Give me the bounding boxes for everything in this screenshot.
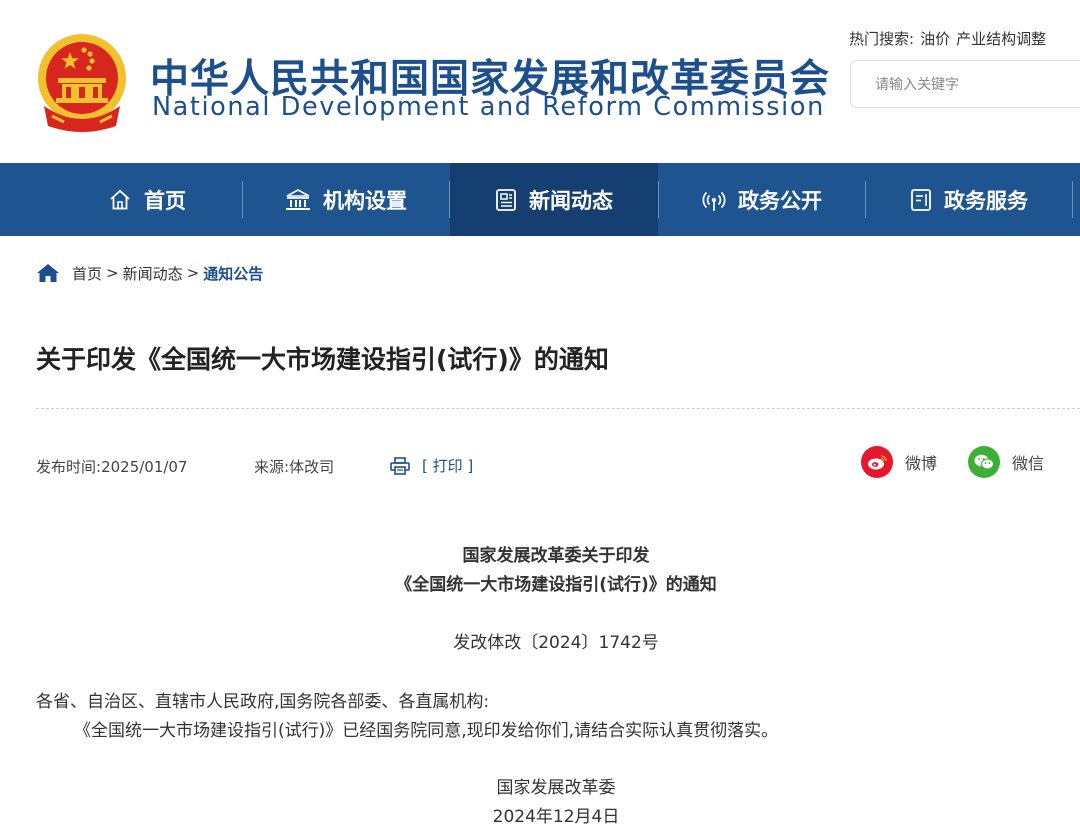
share-wechat-label: 微信 [1012, 454, 1045, 473]
home-icon [110, 189, 130, 209]
nav-item-label: 机构设置 [323, 188, 407, 213]
publish-time-value: 2025/01/07 [101, 458, 188, 476]
hot-search-label: 热门搜索: [849, 30, 915, 48]
publish-time: 发布时间:2025/01/07 [36, 456, 188, 477]
site-title-en[interactable]: National Development and Reform Commissi… [152, 92, 825, 122]
share-wechat-button[interactable]: 微信 [968, 446, 1044, 478]
doc-signature: 国家发展改革委 [496, 778, 616, 798]
nav-item-label: 政务服务 [944, 188, 1028, 213]
article-source: 来源:体改司 [254, 456, 334, 477]
printer-icon [390, 456, 410, 475]
doc-recipients: 各省、自治区、直辖市人民政府,国务院各部委、各直属机构: [36, 692, 490, 712]
nav-divider [1072, 181, 1073, 218]
breadcrumb: 首页 > 新闻动态 > 通知公告 [36, 262, 263, 284]
breadcrumb-notices[interactable]: 通知公告 [203, 263, 263, 284]
weibo-icon [861, 446, 893, 478]
hot-search: 热门搜索: 油价 产业结构调整 [849, 28, 1052, 49]
nav-item-label: 首页 [144, 188, 186, 213]
nav-item-label: 新闻动态 [529, 188, 613, 213]
breadcrumb-news[interactable]: 新闻动态 [123, 263, 183, 284]
nav-item-organization[interactable]: 机构设置 [243, 163, 449, 236]
doc-body-paragraph: 《全国统一大市场建设指引(试行)》已经国务院同意,现印发给你们,请结合实际认真贯… [74, 721, 779, 741]
title-divider [36, 408, 1080, 409]
news-icon [496, 188, 516, 211]
breadcrumb-separator: > [186, 264, 200, 282]
building-icon [286, 188, 310, 210]
share-weibo-label: 微博 [905, 454, 938, 473]
nav-item-label: 政务公开 [738, 188, 822, 213]
broadcast-icon [702, 191, 726, 211]
doc-number: 发改体改〔2024〕1742号 [453, 633, 659, 653]
nav-item-news[interactable]: 新闻动态 [450, 163, 658, 236]
doc-heading-line1: 国家发展改革委关于印发 [462, 546, 650, 566]
doc-heading-line2: 《全国统一大市场建设指引(试行)》的通知 [395, 575, 717, 595]
home-icon[interactable] [36, 263, 60, 283]
source-value: 体改司 [289, 458, 335, 476]
wechat-icon [968, 446, 1000, 478]
search-box[interactable] [850, 60, 1080, 108]
nav-item-home[interactable]: 首页 [52, 163, 242, 236]
national-emblem-icon[interactable] [34, 34, 130, 132]
document-icon [911, 188, 931, 211]
search-input[interactable] [875, 73, 1075, 97]
nav-item-gov-affairs[interactable]: 政务公开 [659, 163, 865, 236]
main-nav: 首页 机构设置 新闻动态 政务公开 政务服务 [0, 163, 1080, 236]
source-label: 来源: [254, 458, 290, 476]
breadcrumb-separator: > [106, 264, 119, 282]
hot-search-link-oil-price[interactable]: 油价 [920, 30, 950, 48]
share-weibo-button[interactable]: 微博 [861, 446, 937, 478]
breadcrumb-home[interactable]: 首页 [72, 263, 102, 284]
print-label: [ 打印 ] [422, 457, 474, 475]
article-title: 关于印发《全国统一大市场建设指引(试行)》的通知 [36, 345, 609, 374]
doc-date: 2024年12月4日 [492, 807, 620, 827]
hot-search-link-industry[interactable]: 产业结构调整 [956, 30, 1046, 48]
nav-item-gov-services[interactable]: 政务服务 [866, 163, 1072, 236]
print-button[interactable]: [ 打印 ] [390, 455, 473, 476]
publish-time-label: 发布时间: [36, 458, 102, 476]
site-header: 中华人民共和国国家发展和改革委员会 National Development a… [0, 0, 1080, 163]
